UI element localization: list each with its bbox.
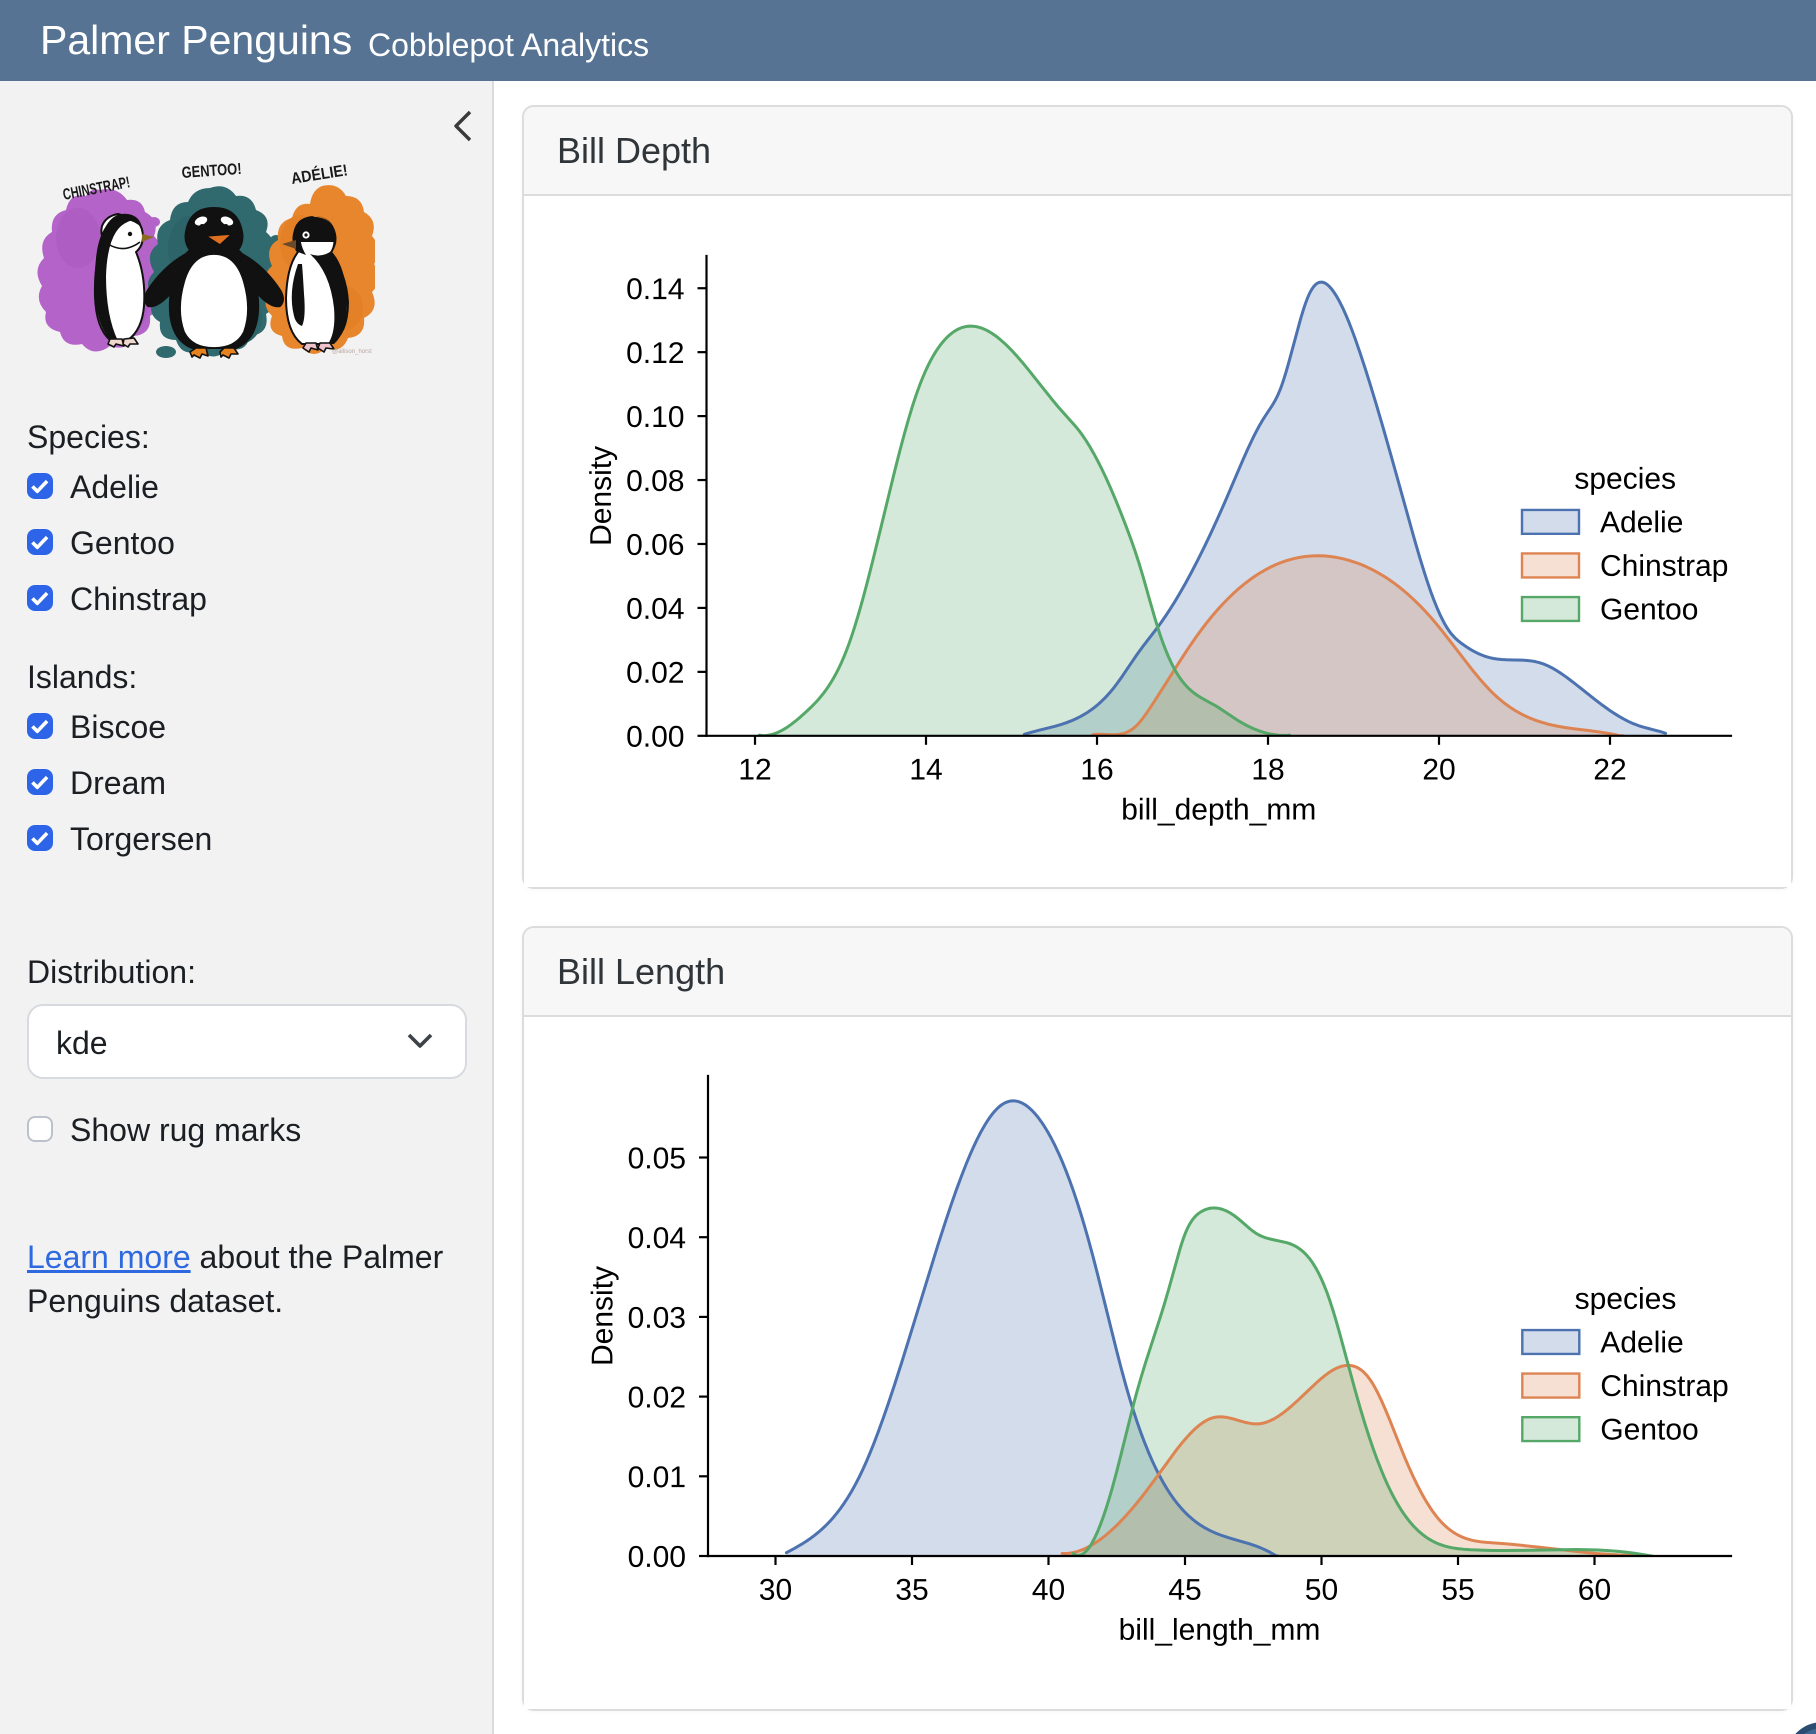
svg-text:ADÉLIE!: ADÉLIE! [290, 160, 349, 188]
svg-text:GENTOO!: GENTOO! [181, 161, 242, 182]
svg-text:@allison_horst: @allison_horst [332, 349, 372, 355]
